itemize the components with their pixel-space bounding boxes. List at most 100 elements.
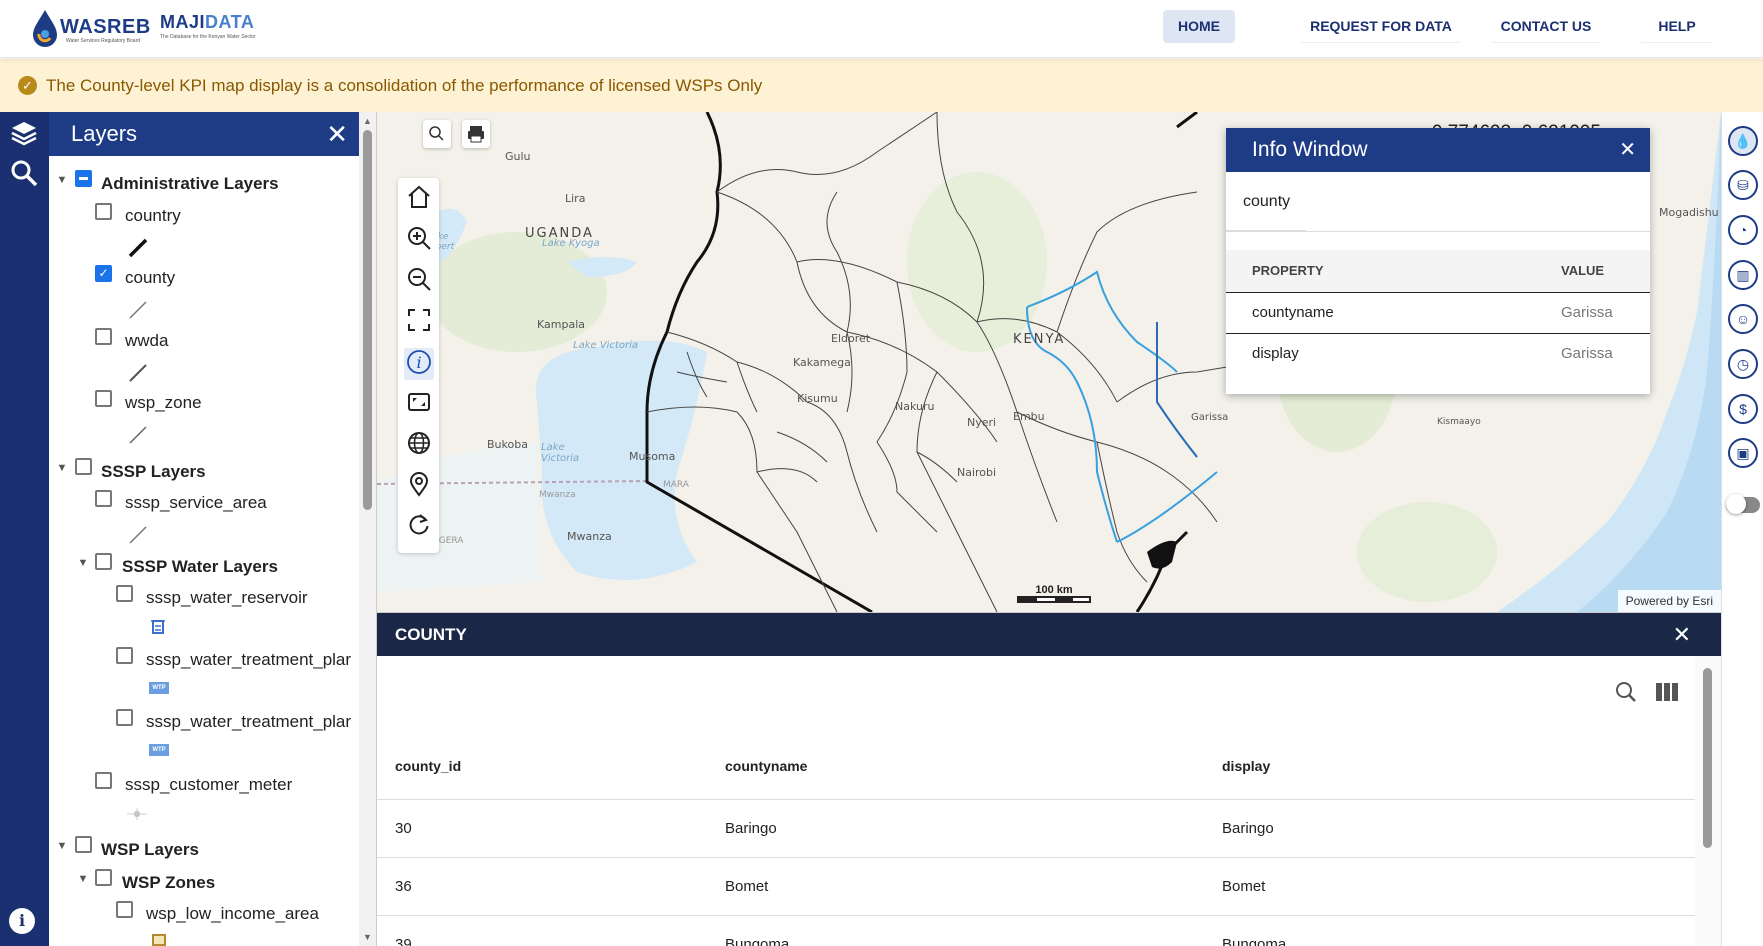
layers-icon[interactable] bbox=[8, 118, 40, 150]
refresh-button[interactable] bbox=[404, 512, 434, 544]
scroll-up-icon[interactable]: ▲ bbox=[363, 116, 372, 126]
map-label-kenya: KENYA bbox=[1013, 332, 1066, 347]
low-income-legend-icon bbox=[152, 934, 166, 946]
map-search-button[interactable] bbox=[423, 120, 451, 148]
map-label-bukoba: Bukoba bbox=[487, 438, 528, 451]
table-row[interactable]: 36 Bomet Bomet bbox=[377, 857, 1695, 916]
map-attribution[interactable]: Powered by Esri bbox=[1617, 590, 1721, 612]
search-icon[interactable] bbox=[1611, 677, 1641, 707]
cell-display: Baringo bbox=[1204, 799, 1695, 858]
layers-scrollbar[interactable]: ▲ ▼ bbox=[359, 112, 376, 946]
home-button[interactable] bbox=[404, 184, 434, 216]
chevron-down-icon[interactable]: ▼ bbox=[76, 872, 90, 886]
sssp-service-area-checkbox[interactable] bbox=[95, 490, 112, 507]
property-value: Garissa bbox=[1535, 332, 1650, 374]
map-label-gulu: Gulu bbox=[505, 150, 531, 163]
wwda-checkbox[interactable] bbox=[95, 328, 112, 345]
locate-button[interactable] bbox=[404, 471, 434, 503]
identify-button[interactable]: i bbox=[404, 348, 434, 380]
col-property: PROPERTY bbox=[1226, 250, 1535, 292]
sssp-layers-checkbox[interactable] bbox=[75, 458, 92, 475]
reservoir-legend-icon bbox=[151, 620, 165, 634]
sssp-water-treatment-2-checkbox[interactable] bbox=[116, 709, 133, 726]
nav-help[interactable]: HELP bbox=[1641, 10, 1713, 43]
wsp-zones-checkbox[interactable] bbox=[95, 869, 112, 886]
cell-display: Bungoma bbox=[1204, 915, 1695, 946]
info-window-layer-tab[interactable]: county bbox=[1226, 172, 1650, 232]
sssp-water-treatment-1-checkbox[interactable] bbox=[116, 647, 133, 664]
extent-icon bbox=[408, 393, 430, 411]
sssp-customer-meter-checkbox[interactable] bbox=[95, 772, 112, 789]
property-name: countyname bbox=[1226, 291, 1535, 333]
wsp-layers-checkbox[interactable] bbox=[75, 836, 92, 853]
county-legend-icon bbox=[129, 301, 147, 319]
chevron-down-icon[interactable]: ▼ bbox=[55, 461, 69, 475]
layers-scroll-thumb[interactable] bbox=[363, 130, 372, 510]
gauge-icon[interactable]: ◔ bbox=[1728, 215, 1758, 245]
country-legend-icon bbox=[128, 238, 148, 258]
admin-layers-label: Administrative Layers bbox=[101, 174, 279, 193]
refresh-icon bbox=[409, 514, 429, 535]
chevron-down-icon[interactable]: ▼ bbox=[76, 556, 90, 570]
water-drop-icon[interactable]: 💧 bbox=[1728, 126, 1758, 156]
basemap-button[interactable] bbox=[404, 430, 434, 462]
info-window-title: Info Window bbox=[1252, 138, 1368, 161]
sssp-water-layers-checkbox[interactable] bbox=[95, 553, 112, 570]
search-icon[interactable] bbox=[8, 158, 40, 190]
clock-icon[interactable]: ◷ bbox=[1728, 349, 1758, 379]
cell-county-id: 30 bbox=[377, 799, 707, 858]
wtp-legend-icon: WTP bbox=[149, 682, 169, 694]
person-icon[interactable]: ☺ bbox=[1728, 304, 1758, 334]
map-toolbar: i bbox=[398, 178, 439, 553]
finance-icon[interactable]: $ bbox=[1728, 394, 1758, 424]
cell-display: Bomet bbox=[1204, 857, 1695, 916]
sssp-service-area-label: sssp_service_area bbox=[125, 493, 267, 512]
country-checkbox[interactable] bbox=[95, 203, 112, 220]
scroll-down-icon[interactable]: ▼ bbox=[363, 932, 372, 942]
admin-layers-checkbox[interactable] bbox=[75, 170, 92, 187]
table-row[interactable]: 30 Baringo Baringo bbox=[377, 799, 1695, 858]
scale-bar: 100 km bbox=[1017, 584, 1091, 603]
wsp-low-income-area-checkbox[interactable] bbox=[116, 901, 133, 918]
sssp-water-treatment-2-label: sssp_water_treatment_plar bbox=[146, 712, 352, 731]
tab-underline bbox=[1226, 230, 1306, 232]
zoom-in-button[interactable] bbox=[404, 225, 434, 257]
col-countyname[interactable]: countyname bbox=[707, 733, 1204, 800]
nav-contact[interactable]: CONTACT US bbox=[1491, 10, 1601, 43]
briefcase-icon[interactable]: ▣ bbox=[1728, 438, 1758, 468]
close-icon[interactable]: ✕ bbox=[1619, 128, 1636, 172]
wasreb-logo[interactable]: WASREB Water Services Regulatory Board bbox=[30, 6, 150, 50]
basket-icon[interactable]: ⛁ bbox=[1728, 170, 1758, 200]
panel-toggle[interactable] bbox=[1726, 494, 1760, 514]
col-county-id[interactable]: county_id bbox=[377, 733, 707, 800]
full-extent-button[interactable] bbox=[404, 307, 434, 339]
table-scrollbar[interactable] bbox=[1695, 656, 1721, 946]
majidata-logo[interactable]: MAJIDATA The Database for the Kenyan Wat… bbox=[160, 12, 256, 40]
wasreb-tagline: Water Services Regulatory Board bbox=[66, 38, 141, 44]
sssp-water-reservoir-checkbox[interactable] bbox=[116, 585, 133, 602]
property-name: display bbox=[1226, 332, 1535, 374]
chevron-down-icon[interactable]: ▼ bbox=[55, 173, 69, 187]
nav-request-data[interactable]: REQUEST FOR DATA bbox=[1301, 10, 1461, 43]
close-icon[interactable]: ✕ bbox=[1673, 613, 1691, 656]
sssp-water-treatment-1-label: sssp_water_treatment_plar bbox=[146, 650, 352, 669]
search-icon bbox=[429, 126, 444, 141]
county-checkbox[interactable]: ✓ bbox=[95, 265, 112, 282]
container-icon[interactable]: ▥ bbox=[1728, 260, 1758, 290]
columns-icon[interactable] bbox=[1656, 683, 1678, 701]
county-table: county_id countyname display 30 Baringo … bbox=[377, 733, 1695, 946]
table-row[interactable]: 39 Bungoma Bungoma bbox=[377, 915, 1695, 946]
extent-button[interactable] bbox=[404, 389, 434, 421]
wsp-zone-checkbox[interactable] bbox=[95, 390, 112, 407]
chevron-down-icon[interactable]: ▼ bbox=[55, 839, 69, 853]
info-icon[interactable]: i bbox=[9, 908, 35, 934]
nav-home[interactable]: HOME bbox=[1163, 10, 1235, 43]
col-display[interactable]: display bbox=[1204, 733, 1695, 800]
info-circle-icon: i bbox=[407, 350, 431, 374]
fullscreen-icon bbox=[408, 309, 430, 331]
zoom-out-button[interactable] bbox=[404, 266, 434, 298]
wsp-layers-label: WSP Layers bbox=[101, 840, 199, 859]
map-print-button[interactable] bbox=[462, 120, 490, 148]
close-icon[interactable]: ✕ bbox=[326, 112, 348, 156]
table-scroll-thumb[interactable] bbox=[1703, 668, 1712, 848]
